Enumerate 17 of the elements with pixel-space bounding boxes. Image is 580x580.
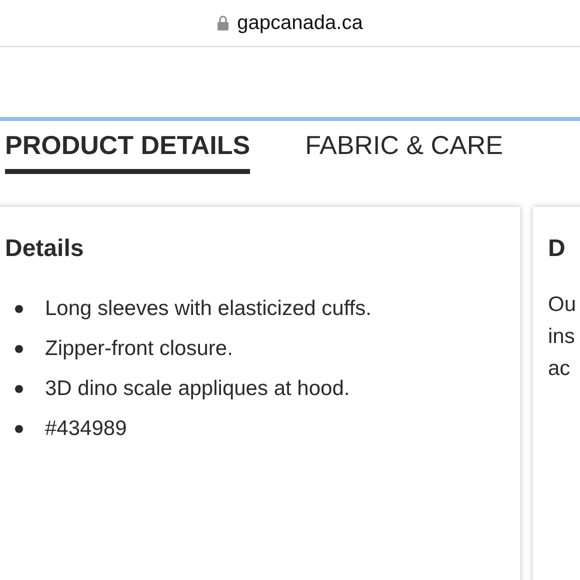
detail-text: Zipper-front closure.	[45, 336, 233, 362]
bullet-icon	[15, 425, 23, 433]
bullet-icon	[15, 345, 23, 353]
description-text: Ou	[548, 293, 576, 316]
description-text: ac	[548, 357, 570, 380]
tab[interactable]: FABRIC & CARE	[305, 123, 504, 174]
bullet-icon	[15, 305, 23, 313]
bullet-icon	[15, 385, 23, 393]
detail-text: 3D dino scale appliques at hood.	[45, 376, 350, 402]
card-title: D	[548, 235, 566, 263]
lock-icon	[217, 15, 230, 31]
card-title: Details	[5, 235, 85, 263]
description-text: ins	[548, 325, 575, 348]
detail-text: Long sleeves with elasticized cuffs.	[45, 296, 372, 322]
url-text[interactable]: gapcanada.ca	[237, 12, 363, 34]
tab[interactable]: PRODUCT DETAILS	[5, 123, 250, 174]
detail-text: #434989	[45, 416, 127, 442]
